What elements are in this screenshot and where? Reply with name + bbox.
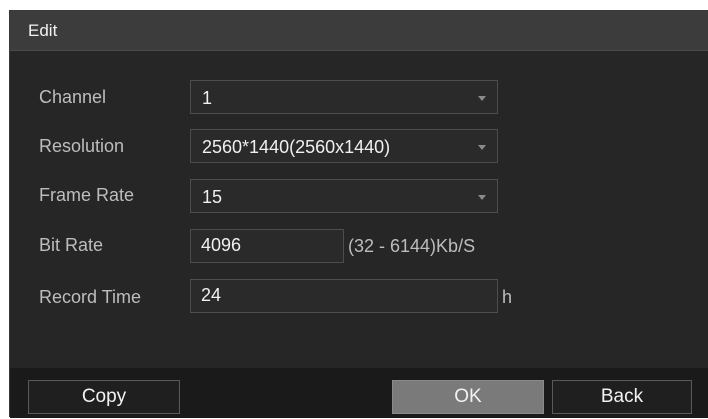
bit-rate-range: (32 - 6144)Kb/S — [348, 236, 476, 256]
dialog-footer: Copy OK Back — [10, 368, 708, 418]
dialog-title: Edit — [28, 21, 58, 40]
bit-rate-label: Bit Rate — [39, 235, 104, 255]
chevron-down-icon — [478, 96, 486, 101]
resolution-value: 2560*1440(2560x1440) — [202, 137, 391, 157]
back-button[interactable]: Back — [552, 380, 692, 414]
edit-dialog: Edit Channel 1 Resolution 2560*1440(2560… — [9, 10, 708, 418]
frame-rate-select[interactable]: 15 — [190, 179, 498, 213]
record-time-input[interactable] — [201, 285, 493, 306]
channel-select[interactable]: 1 — [190, 80, 498, 114]
ok-button[interactable]: OK — [392, 380, 544, 414]
record-time-unit: h — [502, 287, 513, 307]
record-time-label: Record Time — [39, 287, 142, 307]
channel-value: 1 — [202, 88, 213, 108]
resolution-select[interactable]: 2560*1440(2560x1440) — [190, 129, 498, 163]
frame-rate-label: Frame Rate — [39, 185, 135, 205]
channel-label: Channel — [39, 87, 107, 107]
title-bar: Edit — [10, 11, 708, 51]
bit-rate-input[interactable] — [201, 235, 339, 256]
bit-rate-field[interactable] — [190, 229, 344, 263]
copy-button[interactable]: Copy — [28, 380, 180, 414]
chevron-down-icon — [478, 145, 486, 150]
chevron-down-icon — [478, 195, 486, 200]
record-time-field[interactable] — [190, 279, 498, 313]
resolution-label: Resolution — [39, 136, 125, 156]
frame-rate-value: 15 — [202, 187, 223, 207]
